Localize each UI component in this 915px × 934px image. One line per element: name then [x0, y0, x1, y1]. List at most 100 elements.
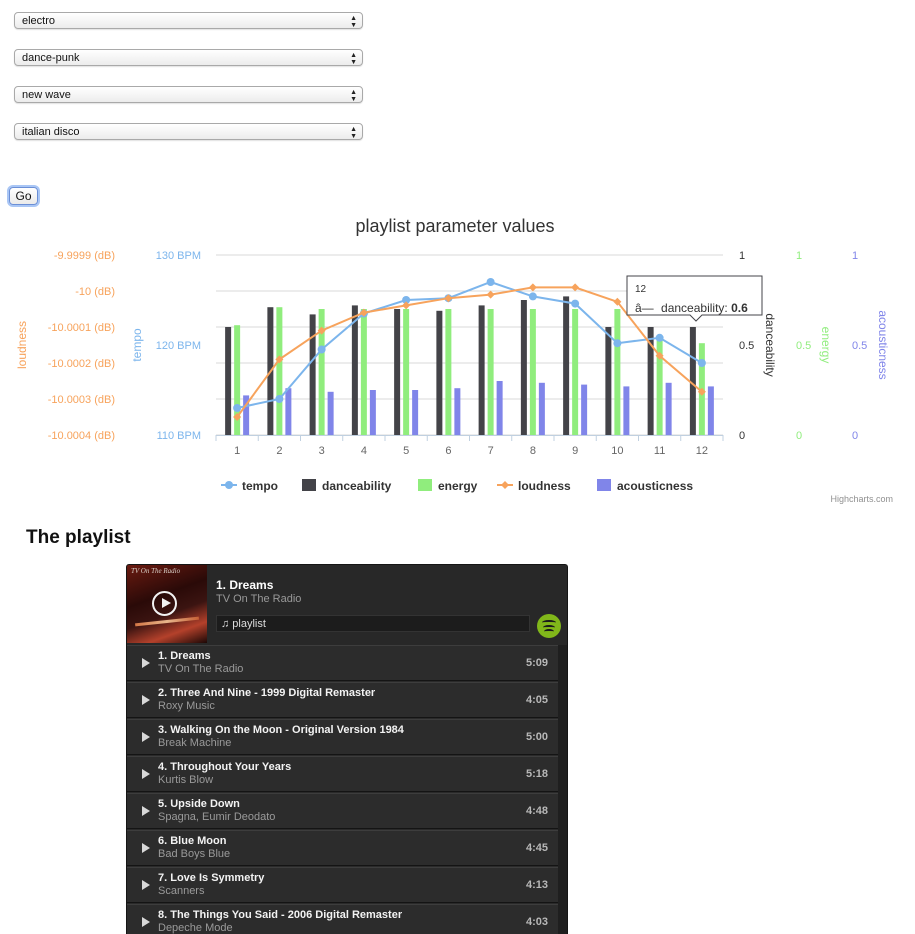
tracklist-scrollbar[interactable]: [558, 645, 567, 934]
tempo-point[interactable]: [486, 278, 495, 286]
danceability-bar[interactable]: [309, 314, 316, 435]
danceability-bar[interactable]: [563, 296, 570, 435]
legend-item-danceability[interactable]: danceability: [302, 479, 392, 493]
play-triangle-icon[interactable]: [142, 769, 150, 779]
legend-item-acousticness[interactable]: acousticness: [597, 479, 693, 493]
danceability-bar[interactable]: [351, 305, 358, 435]
playlist-parameter-chart: playlist parameter values 1 2 3 4 5 6 7 8 9 10 11 1…: [15, 216, 893, 504]
energy-bar[interactable]: [445, 309, 452, 435]
play-triangle-icon[interactable]: [142, 880, 150, 890]
go-button[interactable]: Go: [9, 187, 38, 205]
danceability-bar[interactable]: [478, 305, 485, 435]
tempo-point[interactable]: [275, 395, 284, 403]
legend-marker: [418, 479, 432, 491]
x-tick-label: 7: [488, 445, 494, 457]
x-tick-label: 11: [654, 445, 665, 457]
tempo-point[interactable]: [317, 345, 326, 354]
play-triangle-icon[interactable]: [142, 806, 150, 816]
energy-bar[interactable]: [403, 309, 410, 435]
acousticness-bar[interactable]: [412, 390, 419, 435]
track-row[interactable]: 6. Blue Moon Bad Boys Blue 4:45: [127, 830, 558, 866]
track-row[interactable]: 2. Three And Nine - 1999 Digital Remaste…: [127, 682, 558, 718]
track-row[interactable]: 1. Dreams TV On The Radio 5:09: [127, 645, 558, 681]
tempo-point[interactable]: [233, 404, 242, 412]
energy-bar[interactable]: [487, 309, 494, 435]
track-duration: 4:45: [525, 842, 548, 854]
acousticness-bar[interactable]: [454, 388, 461, 435]
genre-select-2[interactable]: dance-punk ▲ ▼: [14, 49, 363, 66]
loudness-point[interactable]: [571, 283, 580, 292]
acousticness-bar[interactable]: [665, 382, 672, 435]
play-triangle-icon[interactable]: [142, 695, 150, 705]
track-duration: 4:13: [525, 879, 548, 891]
track-artist: Bad Boys Blue: [158, 848, 231, 860]
energy-bar[interactable]: [360, 309, 367, 435]
play-triangle-icon[interactable]: [142, 843, 150, 853]
track-row[interactable]: 8. The Things You Said - 2006 Digital Re…: [127, 904, 558, 934]
track-row[interactable]: 3. Walking On the Moon - Original Versio…: [127, 719, 558, 755]
acousticness-axis-title: acousticness: [876, 310, 890, 379]
track-row[interactable]: 4. Throughout Your Years Kurtis Blow 5:18: [127, 756, 558, 792]
loudness-tick-label: -10.0002 (dB): [48, 358, 115, 370]
x-tick-label: 1: [234, 445, 240, 457]
track-title: 6. Blue Moon: [158, 835, 227, 847]
energy-bar[interactable]: [276, 307, 283, 435]
danceability-tick-label: 1: [739, 250, 745, 262]
energy-bar[interactable]: [529, 309, 536, 435]
spotify-logo-icon[interactable]: [537, 614, 561, 638]
loudness-point[interactable]: [528, 283, 537, 292]
genre-select-3[interactable]: new wave ▲ ▼: [14, 86, 363, 103]
genre-select-4[interactable]: italian disco ▲ ▼: [14, 123, 363, 140]
energy-bar[interactable]: [572, 309, 579, 435]
danceability-bar[interactable]: [520, 300, 527, 435]
legend-item-energy[interactable]: energy: [418, 479, 478, 493]
acousticness-bar[interactable]: [285, 388, 292, 435]
track-artist: Kurtis Blow: [158, 774, 214, 786]
danceability-bar[interactable]: [225, 327, 232, 435]
track-title: 4. Throughout Your Years: [158, 761, 292, 773]
play-icon[interactable]: [152, 591, 177, 616]
danceability-bar[interactable]: [605, 327, 612, 435]
acousticness-bar[interactable]: [496, 381, 503, 435]
genre-select-3-value: new wave: [22, 89, 71, 101]
x-tick-label: 9: [572, 445, 578, 457]
legend-item-loudness[interactable]: loudness: [497, 479, 571, 493]
danceability-bar[interactable]: [394, 309, 401, 435]
play-triangle-icon[interactable]: [142, 917, 150, 927]
acousticness-bar[interactable]: [369, 390, 376, 435]
x-tick-label: 12: [696, 445, 708, 457]
danceability-bar[interactable]: [689, 327, 696, 435]
acousticness-bar[interactable]: [327, 391, 334, 435]
tempo-point[interactable]: [571, 299, 580, 308]
playlist-link[interactable]: ♫ playlist: [216, 615, 530, 632]
track-duration: 5:00: [525, 731, 548, 743]
x-tick-label: 5: [403, 445, 409, 457]
acousticness-bar[interactable]: [623, 386, 630, 435]
energy-bar[interactable]: [656, 336, 663, 435]
playlist-heading: The playlist: [26, 527, 131, 548]
album-art-light-streak: [135, 616, 199, 627]
energy-bar[interactable]: [614, 309, 621, 435]
tempo-point[interactable]: [528, 292, 537, 301]
legend-item-tempo[interactable]: tempo: [221, 479, 278, 493]
play-triangle-icon[interactable]: [142, 658, 150, 668]
tempo-point[interactable]: [613, 339, 622, 348]
legend-marker: [302, 479, 316, 491]
tempo-point[interactable]: [697, 359, 706, 367]
danceability-bar[interactable]: [436, 310, 443, 435]
chart-tooltip: 12 â— danceability: 0.6: [626, 275, 763, 322]
track-row[interactable]: 5. Upside Down Spagna, Eumir Deodato 4:48: [127, 793, 558, 829]
legend-marker: [225, 481, 233, 489]
play-triangle-icon[interactable]: [142, 732, 150, 742]
track-row[interactable]: 7. Love Is Symmetry Scanners 4:13: [127, 867, 558, 903]
chart-credits[interactable]: Highcharts.com: [830, 494, 893, 504]
acousticness-bar[interactable]: [707, 386, 714, 435]
track-duration: 4:48: [525, 805, 548, 817]
loudness-point[interactable]: [486, 290, 495, 299]
tooltip-title: 12: [635, 284, 647, 295]
tempo-tick-label: 130 BPM: [156, 250, 201, 262]
genre-select-1[interactable]: electro ▲ ▼: [14, 12, 363, 29]
acousticness-bar[interactable]: [538, 382, 545, 435]
tempo-point[interactable]: [655, 333, 664, 342]
acousticness-bar[interactable]: [581, 384, 588, 435]
